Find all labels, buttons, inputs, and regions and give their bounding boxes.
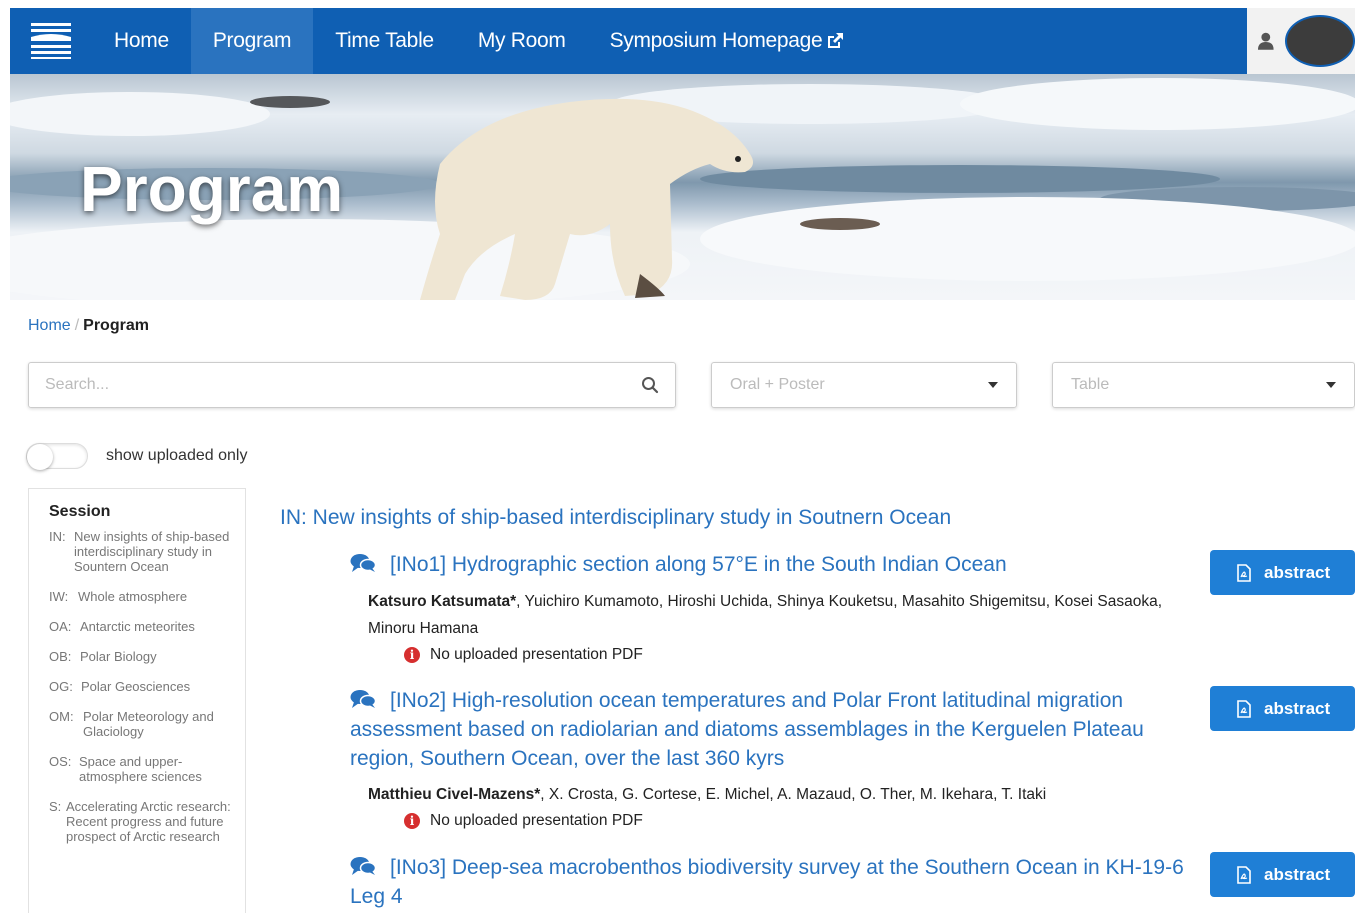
top-navbar: Home Program Time Table My Room Symposiu…: [10, 8, 1355, 81]
session-code: IW:: [49, 589, 69, 604]
session-code: OB:: [49, 649, 72, 664]
caret-down-icon: [1326, 382, 1336, 388]
session-code: S:: [49, 799, 62, 814]
logo-icon: [31, 23, 71, 59]
file-pdf-icon: [1237, 563, 1251, 582]
pdf-status-ino1: i No uploaded presentation PDF: [404, 646, 643, 664]
comments-icon: [350, 690, 376, 708]
session-item-in[interactable]: IN: New insights of ship-based interdisci…: [49, 529, 245, 574]
abstract-button-label: abstract: [1264, 698, 1331, 718]
session-name: Polar Geosciences: [81, 679, 191, 694]
nav-symposium-homepage-label: Symposium Homepage: [609, 29, 823, 52]
abstract-button-label: abstract: [1264, 864, 1331, 884]
session-item-iw[interactable]: IW: Whole atmosphere: [49, 589, 245, 604]
breadcrumb: Home / Program: [28, 317, 149, 335]
session-sidebar-title: Session: [49, 503, 111, 520]
talk-title-ino1[interactable]: [INo1] Hydrographic section along 57°E i…: [350, 550, 1190, 579]
session-item-s[interactable]: S: Accelerating Arctic research: Recent p…: [49, 799, 245, 844]
talk-title-text: [INo1] Hydrographic section along 57°E i…: [390, 553, 1007, 576]
session-name: Accelerating Arctic research: Recent pro…: [66, 799, 231, 844]
session-name: Polar Biology: [80, 649, 157, 664]
talk-title-ino3[interactable]: [INo3] Deep-sea macrobenthos biodiversit…: [350, 853, 1190, 911]
file-pdf-icon: [1237, 699, 1251, 718]
nav-program[interactable]: Program: [190, 8, 314, 81]
session-code: OG:: [49, 679, 73, 694]
nav-my-room[interactable]: My Room: [456, 8, 588, 74]
uploaded-only-toggle[interactable]: [26, 443, 88, 470]
session-code: IN:: [49, 529, 66, 544]
session-name: Whole atmosphere: [78, 589, 188, 604]
hero-banner: Program: [10, 74, 1355, 300]
coauthors: , X. Crosta, G. Cortese, E. Michel, A. M…: [540, 786, 1047, 803]
session-item-og[interactable]: OG: Polar Geosciences: [49, 679, 245, 694]
pdf-status-text: No uploaded presentation PDF: [430, 646, 643, 663]
breadcrumb-current: Program: [83, 317, 149, 334]
breadcrumb-separator: /: [74, 317, 80, 334]
view-mode-value: Table: [1071, 376, 1110, 393]
pdf-status-text: No uploaded presentation PDF: [430, 812, 643, 829]
session-item-os[interactable]: OS: Space and upper-atmosphere sciences: [49, 754, 245, 784]
uploaded-only-label: show uploaded only: [106, 447, 248, 464]
uploaded-only-toggle-row: show uploaded only: [26, 443, 248, 470]
presenter-name: Katsuro Katsumata*: [368, 593, 517, 610]
session-code: OA:: [49, 619, 72, 634]
nav-time-table[interactable]: Time Table: [313, 8, 456, 74]
presentation-type-select[interactable]: Oral + Poster: [711, 362, 1017, 408]
caret-down-icon: [988, 382, 998, 388]
banner-title: Program: [80, 153, 344, 225]
avatar[interactable]: [1284, 15, 1355, 67]
session-name: Antarctic meteorites: [80, 619, 195, 634]
session-name: Polar Meteorology and Glaciology: [83, 709, 214, 739]
abstract-button-label: abstract: [1264, 562, 1331, 582]
talk-title-text: [INo3] Deep-sea macrobenthos biodiversit…: [350, 856, 1184, 908]
info-circle-icon: i: [404, 647, 420, 663]
session-name: New insights of ship-based interdiscipli…: [74, 529, 230, 574]
talk-title-ino2[interactable]: [INo2] High-resolution ocean temperature…: [350, 686, 1190, 773]
talk-authors-ino2: Matthieu Civel-Mazens*, X. Crosta, G. Co…: [368, 781, 1168, 808]
abstract-button-ino1[interactable]: abstract: [1210, 550, 1355, 595]
comments-icon: [350, 554, 376, 572]
breadcrumb-home[interactable]: Home: [28, 317, 71, 334]
session-heading[interactable]: IN: New insights of ship-based interdisc…: [280, 506, 951, 530]
site-logo[interactable]: [10, 8, 92, 74]
nav-home[interactable]: Home: [92, 8, 191, 74]
search-icon[interactable]: [641, 376, 659, 394]
session-name: Space and upper-atmosphere sciences: [79, 754, 202, 784]
presentation-type-value: Oral + Poster: [730, 376, 825, 393]
session-item-ob[interactable]: OB: Polar Biology: [49, 649, 245, 664]
session-sidebar: Session IN: New insights of ship-based in…: [28, 488, 246, 913]
user-menu[interactable]: [1247, 8, 1355, 74]
toggle-knob: [27, 444, 53, 470]
session-item-om[interactable]: OM: Polar Meteorology and Glaciology: [49, 709, 245, 739]
external-link-icon: [828, 33, 844, 48]
view-mode-select[interactable]: Table: [1052, 362, 1355, 408]
search-box: [28, 362, 676, 408]
abstract-button-ino3[interactable]: abstract: [1210, 852, 1355, 897]
user-icon: [1257, 32, 1274, 50]
pdf-status-ino2: i No uploaded presentation PDF: [404, 812, 643, 830]
file-pdf-icon: [1237, 865, 1251, 884]
presenter-name: Matthieu Civel-Mazens*: [368, 786, 541, 803]
session-item-oa[interactable]: OA: Antarctic meteorites: [49, 619, 245, 634]
search-input[interactable]: [45, 376, 641, 394]
session-code: OS:: [49, 754, 72, 769]
talk-authors-ino1: Katsuro Katsumata*, Yuichiro Kumamoto, H…: [368, 588, 1168, 642]
session-code: OM:: [49, 709, 74, 724]
abstract-button-ino2[interactable]: abstract: [1210, 686, 1355, 731]
info-circle-icon: i: [404, 813, 420, 829]
nav-symposium-homepage[interactable]: Symposium Homepage: [588, 8, 868, 74]
talk-title-text: [INo2] High-resolution ocean temperature…: [350, 689, 1144, 770]
comments-icon: [350, 857, 376, 875]
